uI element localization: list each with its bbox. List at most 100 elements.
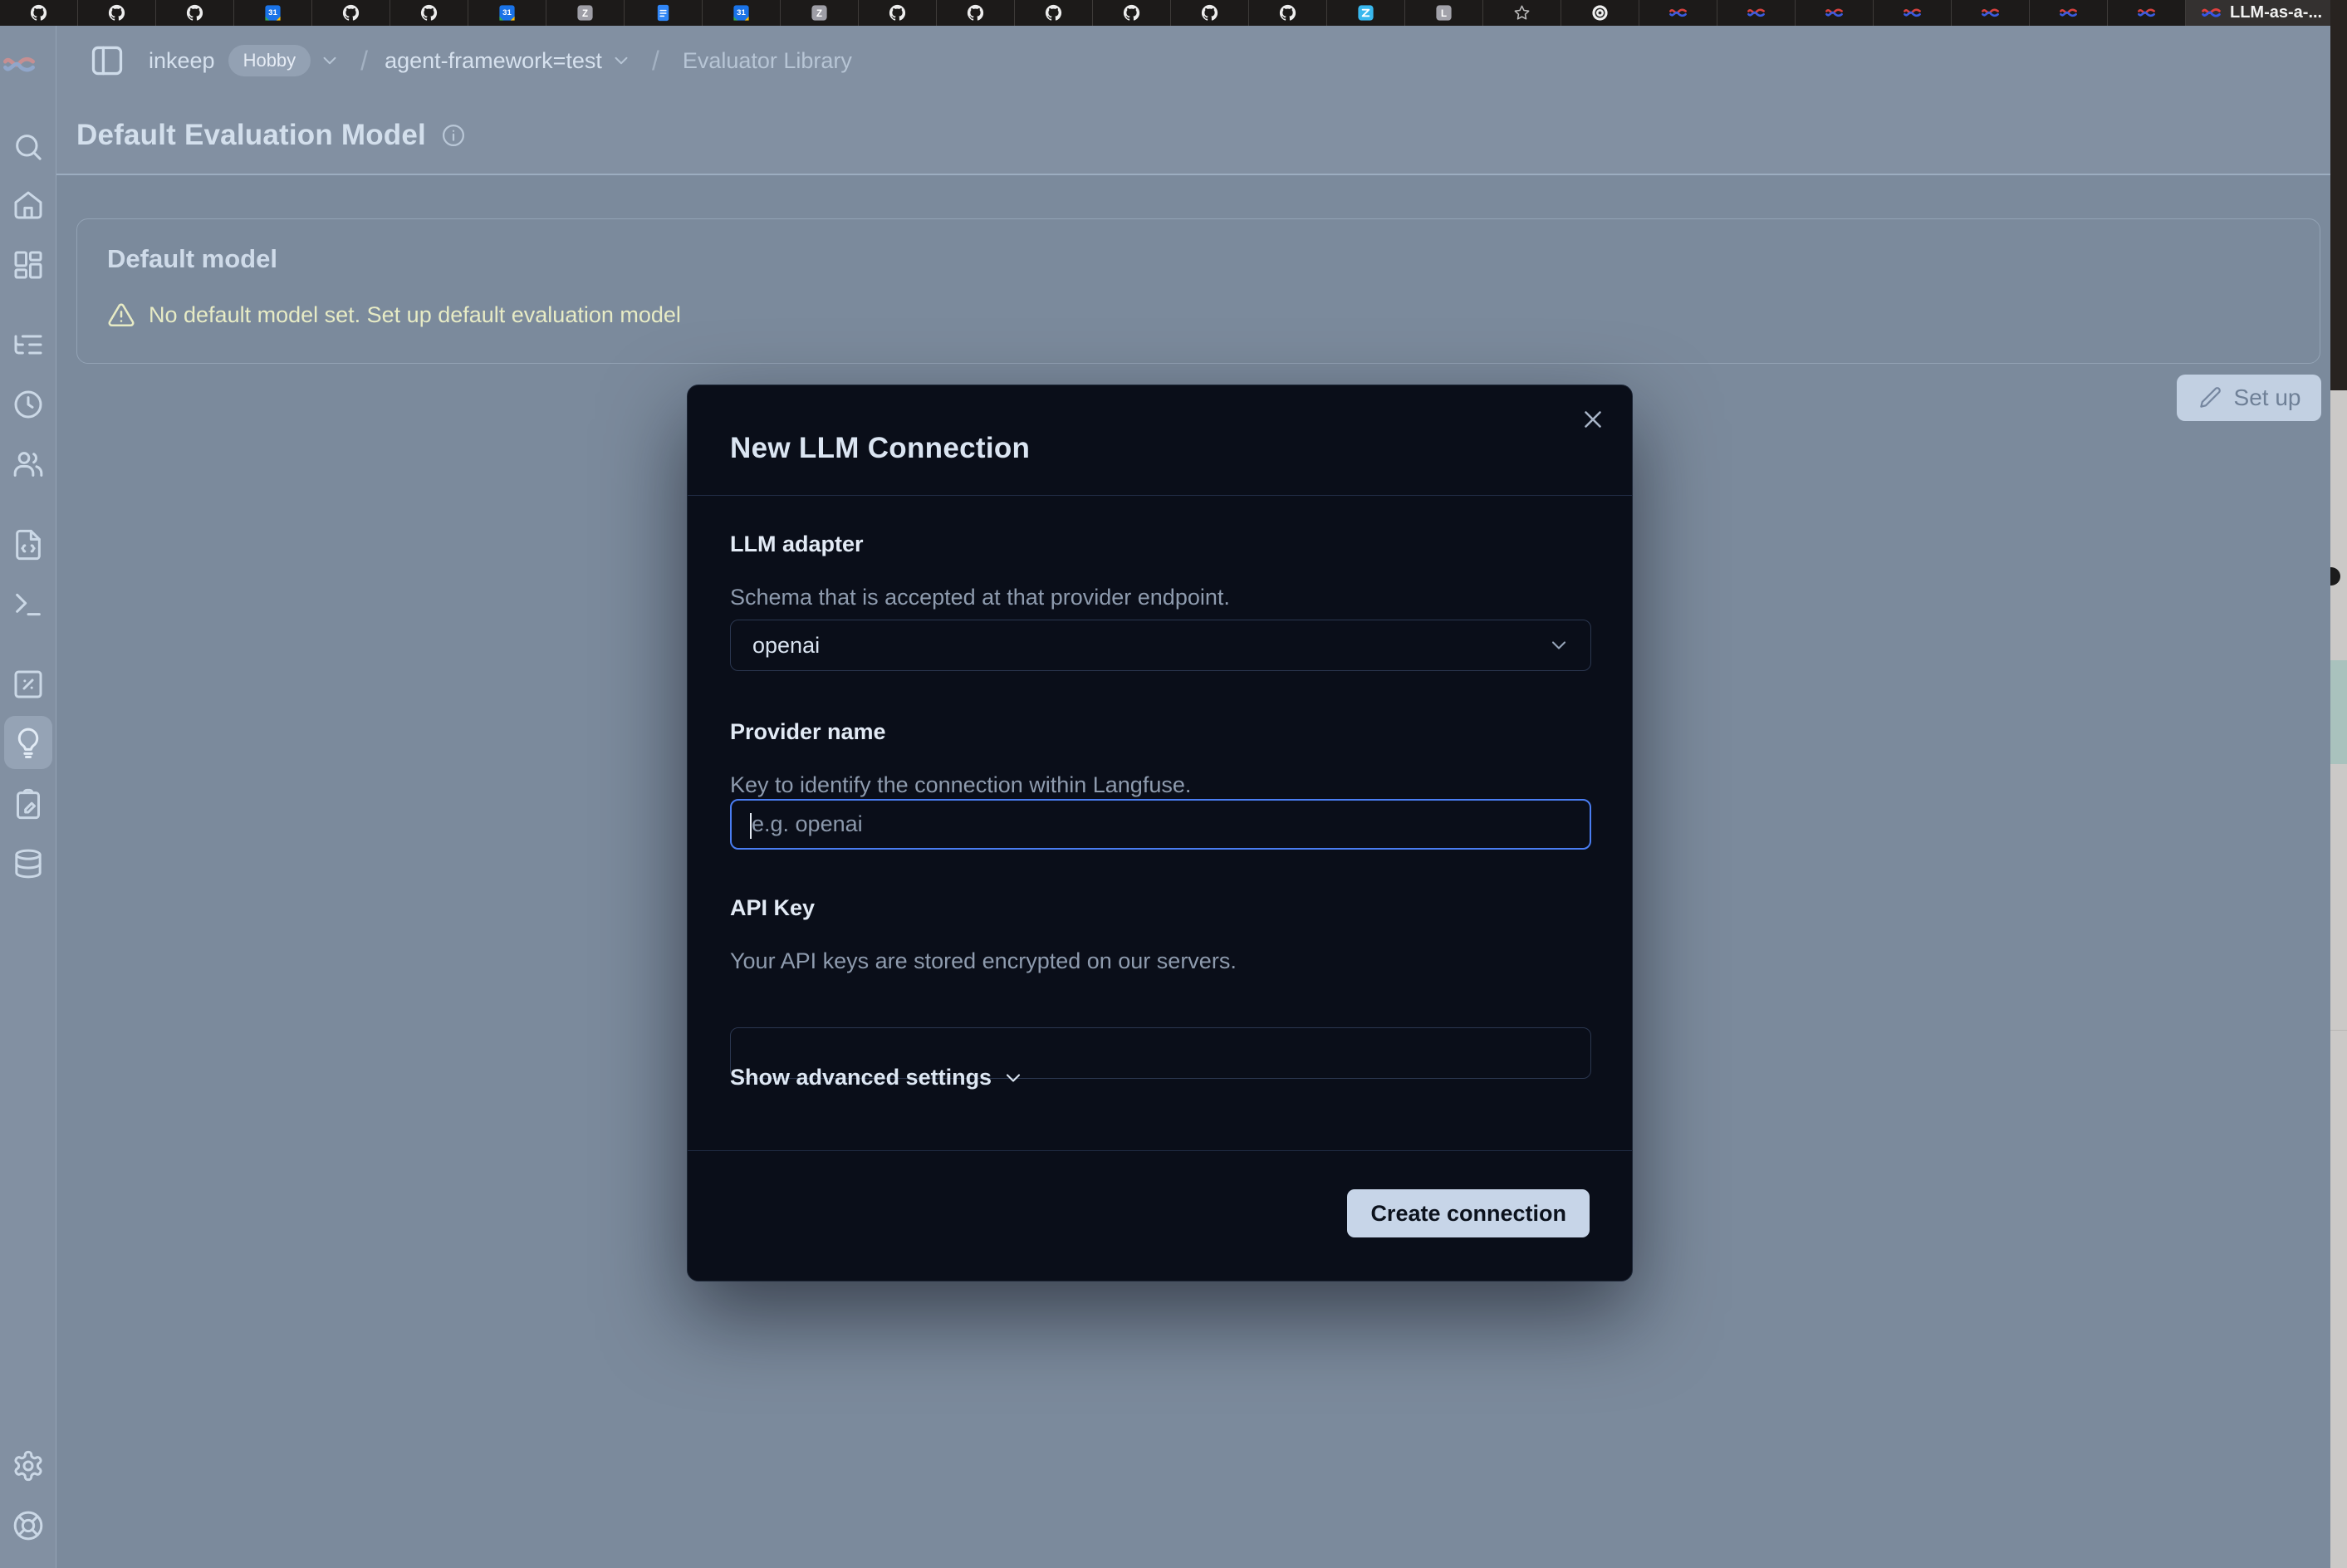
- users-icon: [12, 448, 45, 481]
- sidebar-item-sessions[interactable]: [0, 386, 56, 423]
- browser-tab[interactable]: [625, 0, 703, 26]
- terminal-icon: [12, 588, 45, 621]
- browser-tab[interactable]: [1171, 0, 1249, 26]
- svg-text:Z: Z: [816, 9, 822, 19]
- sidebar-item-datasets[interactable]: [0, 845, 56, 882]
- browser-tab[interactable]: L: [1405, 0, 1483, 26]
- llm-adapter-select[interactable]: openai: [730, 620, 1591, 671]
- browser-tab[interactable]: 31: [703, 0, 781, 26]
- percent-square-icon: [12, 668, 45, 701]
- chevron-down-icon[interactable]: [319, 50, 341, 71]
- langfuse-favicon: [2059, 3, 2078, 22]
- breadcrumb-org[interactable]: inkeep: [149, 48, 215, 74]
- llm-adapter-label: LLM adapter: [730, 532, 864, 557]
- browser-tab[interactable]: 31: [468, 0, 546, 26]
- dashboard-icon: [12, 248, 45, 282]
- browser-tab[interactable]: [1796, 0, 1874, 26]
- browser-tab[interactable]: [1093, 0, 1171, 26]
- browser-tab[interactable]: [1952, 0, 2030, 26]
- database-icon: [12, 847, 45, 880]
- provider-name-input[interactable]: [732, 801, 1590, 848]
- sidebar-toggle-button[interactable]: [89, 42, 125, 79]
- langfuse-favicon: [2137, 3, 2156, 22]
- breadcrumb: inkeep Hobby / agent-framework=test / Ev…: [89, 26, 852, 96]
- list-tree-icon: [12, 328, 45, 361]
- langfuse-favicon: [1747, 3, 1766, 22]
- langfuse-logo-icon: [2, 47, 37, 82]
- set-up-button[interactable]: Set up: [2177, 375, 2321, 421]
- breadcrumb-separator: /: [652, 46, 659, 76]
- set-up-label: Set up: [2234, 385, 2301, 411]
- app-header: inkeep Hobby / agent-framework=test / Ev…: [0, 26, 2330, 175]
- browser-tab[interactable]: [1483, 0, 1561, 26]
- browser-tab[interactable]: [859, 0, 937, 26]
- browser-tab[interactable]: [312, 0, 390, 26]
- sidebar-item-annotation-queues[interactable]: [0, 786, 56, 822]
- card-title: Default model: [107, 244, 277, 274]
- api-key-description: Your API keys are stored encrypted on ou…: [730, 948, 1237, 974]
- show-advanced-settings-toggle[interactable]: Show advanced settings: [730, 1065, 1025, 1090]
- sidebar-item-dashboards[interactable]: [0, 247, 56, 283]
- github-favicon: [341, 3, 360, 22]
- chevron-down-icon[interactable]: [610, 50, 632, 71]
- info-icon[interactable]: [441, 123, 466, 148]
- browser-tab[interactable]: [1561, 0, 1639, 26]
- browser-tab[interactable]: [2108, 0, 2186, 26]
- file-code-icon: [12, 528, 45, 561]
- browser-tab[interactable]: 31: [234, 0, 312, 26]
- browser-tab[interactable]: [0, 0, 78, 26]
- browser-tab[interactable]: [1639, 0, 1717, 26]
- browser-tab[interactable]: [1327, 0, 1405, 26]
- browser-tab[interactable]: Z: [546, 0, 625, 26]
- close-icon[interactable]: [1579, 405, 1607, 434]
- warning-triangle-icon: [107, 301, 135, 329]
- github-favicon: [1278, 3, 1297, 22]
- sidebar-item-home[interactable]: [0, 187, 56, 223]
- sidebar-item-scores[interactable]: [0, 666, 56, 703]
- sidebar-item-search[interactable]: [0, 129, 56, 165]
- browser-tab[interactable]: Z: [781, 0, 859, 26]
- create-connection-button[interactable]: Create connection: [1347, 1189, 1590, 1237]
- browser-tab[interactable]: [1874, 0, 1952, 26]
- svg-text:31: 31: [737, 8, 746, 17]
- browser-tab[interactable]: [78, 0, 156, 26]
- browser-tab[interactable]: [937, 0, 1015, 26]
- llm-adapter-value: openai: [752, 633, 820, 659]
- sidebar-item-settings[interactable]: [0, 1448, 56, 1484]
- dialog-title: New LLM Connection: [730, 432, 1030, 465]
- text-caret: [750, 813, 752, 839]
- star-favicon: [1512, 3, 1531, 22]
- lightbulb-icon: [12, 726, 45, 759]
- github-favicon: [1044, 3, 1063, 22]
- plan-badge: Hobby: [228, 45, 311, 76]
- github-favicon: [107, 3, 126, 22]
- edge-line: [2330, 1030, 2347, 1031]
- advanced-settings-label: Show advanced settings: [730, 1065, 992, 1090]
- sidebar-item-tracing[interactable]: [0, 326, 56, 363]
- langfuse-favicon: [1981, 3, 2000, 22]
- github-favicon: [29, 3, 48, 22]
- sidebar-item-playground[interactable]: [0, 586, 56, 623]
- sidebar-item-support[interactable]: [0, 1507, 56, 1544]
- github-favicon: [1200, 3, 1219, 22]
- browser-tab[interactable]: [156, 0, 234, 26]
- browser-tab-active[interactable]: LLM-as-a-...: [2186, 0, 2330, 26]
- sidebar-item-users[interactable]: [0, 446, 56, 483]
- browser-tab-title: LLM-as-a-...: [2230, 3, 2322, 22]
- browser-tab[interactable]: [1015, 0, 1093, 26]
- create-connection-label: Create connection: [1370, 1201, 1566, 1226]
- browser-tab[interactable]: [390, 0, 468, 26]
- browser-tab[interactable]: [2030, 0, 2108, 26]
- provider-name-field: [730, 799, 1591, 850]
- langfuse-favicon: [1825, 3, 1844, 22]
- browser-tab[interactable]: [1249, 0, 1327, 26]
- settings-icon: [12, 1449, 45, 1482]
- breadcrumb-project[interactable]: agent-framework=test: [385, 48, 602, 74]
- langfuse-favicon: [2201, 2, 2222, 23]
- default-model-card: Default model No default model set. Set …: [76, 218, 2320, 364]
- browser-tab[interactable]: [1717, 0, 1796, 26]
- breadcrumb-separator: /: [360, 46, 368, 76]
- sidebar-item-evaluators[interactable]: [0, 724, 56, 761]
- chevron-down-icon: [1002, 1066, 1025, 1090]
- sidebar-item-prompts[interactable]: [0, 527, 56, 563]
